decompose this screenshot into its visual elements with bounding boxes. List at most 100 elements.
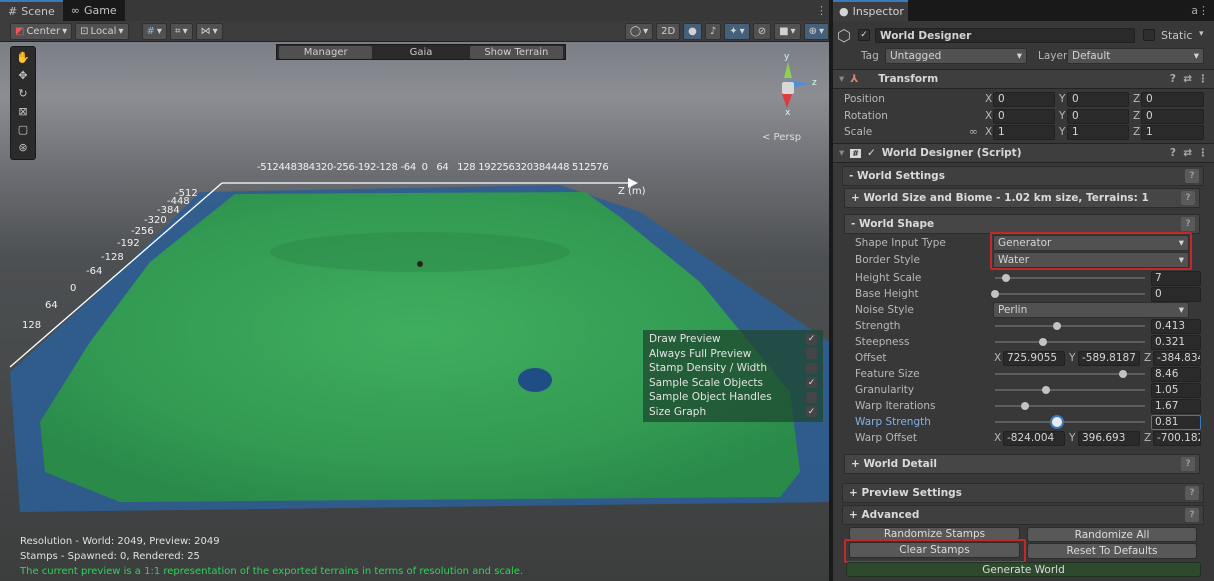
- height-scale-knob[interactable]: [1001, 274, 1010, 282]
- size-graph-checkbox[interactable]: ✓: [806, 406, 817, 418]
- world-detail-section[interactable]: + World Detail?: [844, 454, 1200, 474]
- manager-button[interactable]: Manager: [279, 45, 373, 59]
- draw-preview-checkbox[interactable]: ✓: [806, 333, 817, 345]
- tab-game[interactable]: ∞ Game: [63, 0, 125, 21]
- rotate-tool-icon[interactable]: ↻: [13, 85, 33, 101]
- warp-iterations-value[interactable]: 1.67: [1151, 398, 1201, 414]
- offset-z-field[interactable]: -384.8342: [1153, 350, 1201, 366]
- transform-header[interactable]: ▾ ⅄ Transform ? ⇄ ⋮: [833, 69, 1214, 89]
- scale-y-field[interactable]: 1: [1067, 124, 1129, 140]
- enabled-check-icon[interactable]: ✓: [867, 147, 876, 159]
- rotation-x-field[interactable]: 0: [993, 108, 1055, 124]
- stamp-density-checkbox[interactable]: [806, 362, 817, 374]
- move-tool-icon[interactable]: ✥: [13, 67, 33, 83]
- audio-toggle[interactable]: ♪: [704, 22, 722, 40]
- show-terrain-button[interactable]: Show Terrain: [469, 45, 563, 59]
- base-height-knob[interactable]: [991, 290, 999, 298]
- lock-icon[interactable]: a: [1191, 4, 1198, 17]
- lighting-toggle[interactable]: ●: [683, 22, 702, 40]
- offset-y-field[interactable]: -589.8187: [1078, 350, 1140, 366]
- warp-strength-knob[interactable]: [1051, 417, 1062, 427]
- object-name-field[interactable]: World Designer: [875, 28, 1135, 43]
- grid-visual-button[interactable]: ⌗ ▾: [169, 22, 193, 40]
- always-full-preview-checkbox[interactable]: [806, 348, 817, 360]
- base-height-slider[interactable]: [991, 290, 1145, 298]
- feature-size-slider[interactable]: [995, 370, 1145, 378]
- offset-x-field[interactable]: 725.9055: [1003, 350, 1065, 366]
- perspective-label[interactable]: < Persp: [762, 132, 801, 143]
- increment-snap-button[interactable]: ⋈ ▾: [195, 22, 223, 40]
- world-size-section[interactable]: + World Size and Biome - 1.02 km size, T…: [844, 188, 1200, 208]
- help-icon[interactable]: ?: [1170, 73, 1176, 85]
- more-options-icon[interactable]: ⋮: [816, 4, 827, 17]
- stamp-density-row[interactable]: Stamp Density / Width: [649, 361, 817, 376]
- preset-icon[interactable]: ⇄: [1183, 73, 1192, 85]
- active-checkbox[interactable]: ✓: [858, 29, 870, 41]
- space-dropdown[interactable]: ⊡ Local ▾: [75, 22, 129, 40]
- mode-2d-button[interactable]: 2D: [656, 22, 681, 40]
- height-scale-value[interactable]: 7: [1151, 270, 1201, 286]
- feature-size-knob[interactable]: [1118, 370, 1127, 378]
- preset-icon[interactable]: ⇄: [1183, 147, 1192, 159]
- reset-defaults-button[interactable]: Reset To Defaults: [1027, 543, 1197, 559]
- strength-slider[interactable]: [995, 322, 1145, 330]
- rotation-y-field[interactable]: 0: [1067, 108, 1129, 124]
- hidden-objects-toggle[interactable]: ⊘: [752, 22, 772, 40]
- sample-object-handles-row[interactable]: Sample Object Handles: [649, 390, 817, 405]
- strength-knob[interactable]: [1052, 322, 1061, 330]
- layer-dropdown[interactable]: Default ▾: [1067, 48, 1204, 64]
- link-icon[interactable]: ∞: [969, 126, 978, 138]
- sample-scale-objects-checkbox[interactable]: ✓: [806, 377, 817, 389]
- warp-iterations-knob[interactable]: [1021, 402, 1029, 410]
- size-graph-row[interactable]: Size Graph ✓: [649, 405, 817, 420]
- generate-world-button[interactable]: Generate World: [846, 562, 1201, 577]
- position-y-field[interactable]: 0: [1067, 91, 1129, 107]
- help-icon[interactable]: ?: [1185, 169, 1199, 183]
- orientation-gizmo[interactable]: y z x < Persp: [760, 52, 817, 143]
- warp-offset-x-field[interactable]: -824.004: [1003, 430, 1065, 446]
- base-height-value[interactable]: 0: [1151, 286, 1201, 302]
- steepness-knob[interactable]: [1039, 338, 1047, 346]
- granularity-slider[interactable]: [995, 386, 1145, 394]
- strength-value[interactable]: 0.413: [1151, 318, 1201, 334]
- rotation-z-field[interactable]: 0: [1141, 108, 1204, 124]
- more-options-icon[interactable]: ⋮: [1198, 4, 1209, 17]
- help-icon[interactable]: ?: [1181, 191, 1195, 205]
- help-icon[interactable]: ?: [1170, 147, 1176, 159]
- grid-snap-button[interactable]: # ▾: [141, 22, 167, 40]
- help-icon[interactable]: ?: [1185, 508, 1199, 522]
- steepness-slider[interactable]: [995, 338, 1145, 346]
- scale-z-field[interactable]: 1: [1141, 124, 1204, 140]
- help-icon[interactable]: ?: [1185, 486, 1199, 500]
- transform-tool-icon[interactable]: ⊛: [13, 139, 33, 155]
- sample-object-handles-checkbox[interactable]: [806, 391, 817, 403]
- pivot-dropdown[interactable]: ◩ Center ▾: [10, 22, 73, 40]
- rect-tool-icon[interactable]: ▢: [13, 121, 33, 137]
- hand-tool-icon[interactable]: ✋: [13, 49, 33, 65]
- warp-strength-value[interactable]: 0.81: [1151, 414, 1201, 430]
- help-icon[interactable]: ?: [1181, 457, 1195, 471]
- advanced-section[interactable]: + Advanced?: [842, 505, 1204, 525]
- draw-mode-button[interactable]: ◯ ▾: [624, 22, 654, 40]
- help-icon[interactable]: ?: [1181, 217, 1195, 231]
- granularity-value[interactable]: 1.05: [1151, 382, 1201, 398]
- scene-view[interactable]: # Scene ∞ Game ⋮ ◩ Center ▾ ⊡ Local ▾ # ▾ ⌗ ▾ …: [0, 0, 829, 581]
- gizmos-button[interactable]: ⊕ ▾: [803, 22, 829, 40]
- scale-tool-icon[interactable]: ⊠: [13, 103, 33, 119]
- script-component-header[interactable]: ▾ # ✓ World Designer (Script) ? ⇄ ⋮: [833, 143, 1214, 163]
- position-z-field[interactable]: 0: [1141, 91, 1204, 107]
- tab-scene[interactable]: # Scene: [0, 0, 63, 21]
- camera-settings-button[interactable]: ■ ▾: [774, 22, 801, 40]
- granularity-knob[interactable]: [1042, 386, 1050, 394]
- steepness-value[interactable]: 0.321: [1151, 334, 1201, 350]
- always-full-preview-row[interactable]: Always Full Preview: [649, 347, 817, 362]
- warp-offset-y-field[interactable]: 396.693: [1078, 430, 1140, 446]
- warp-iterations-slider[interactable]: [995, 402, 1145, 410]
- chevron-down-icon[interactable]: ▾: [1199, 29, 1204, 39]
- feature-size-value[interactable]: 8.46: [1151, 366, 1201, 382]
- world-shape-section[interactable]: - World Shape?: [844, 214, 1200, 234]
- draw-preview-row[interactable]: Draw Preview ✓: [649, 332, 817, 347]
- more-options-icon[interactable]: ⋮: [1198, 73, 1209, 85]
- sample-scale-objects-row[interactable]: Sample Scale Objects ✓: [649, 376, 817, 391]
- height-scale-slider[interactable]: [995, 274, 1145, 282]
